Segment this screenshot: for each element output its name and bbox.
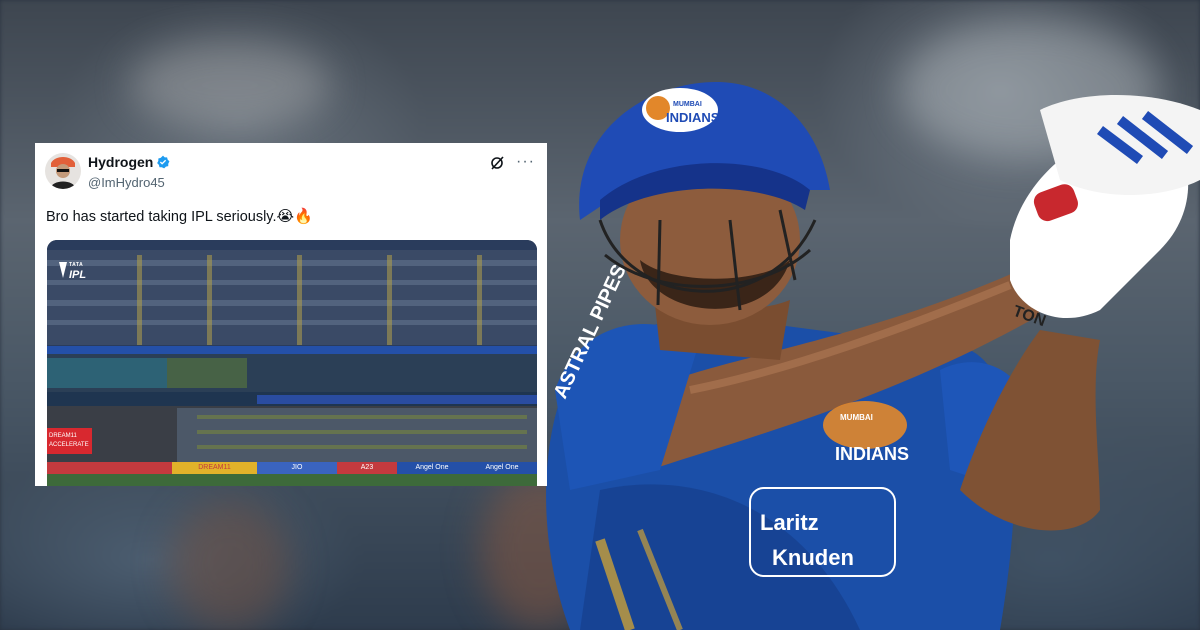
avatar[interactable] — [45, 153, 81, 189]
sponsor-line2: Knuden — [772, 545, 854, 570]
helmet-logo-line1: MUMBAI — [673, 101, 702, 108]
tweet-text-body: Bro has started taking IPL seriously. — [46, 209, 277, 225]
name-block: Hydrogen @ImHydro45 — [88, 154, 170, 190]
helmet-logo-line2: INDIANS — [666, 110, 720, 125]
hoarding: DREAM11 — [172, 462, 257, 474]
blurred-crowd-light — [130, 40, 330, 130]
more-icon[interactable]: ··· — [516, 154, 535, 170]
hoarding: A23 — [337, 462, 397, 474]
handle[interactable]: @ImHydro45 — [88, 175, 170, 190]
hoarding: Angel One — [467, 462, 537, 474]
chest-logo-line1: MUMBAI — [840, 413, 873, 422]
ipl-logo-sponsor: TATA — [69, 262, 84, 268]
ipl-logo-text: IPL — [69, 269, 87, 281]
verified-badge-icon — [157, 155, 170, 169]
display-name[interactable]: Hydrogen — [88, 154, 153, 170]
grok-icon[interactable] — [489, 155, 505, 171]
player-photo: ASTRAL PIPES MUMBAI INDIANS MUMBAI INDIA… — [546, 81, 1200, 630]
tweet-media-video[interactable]: TATA IPL DREAM11 ACCELERATE DREAM11 JIO … — [47, 240, 537, 486]
chest-logo — [823, 401, 907, 449]
ad-banner: DREAM11 ACCELERATE — [47, 428, 92, 454]
ipl-emblem-icon — [59, 262, 67, 278]
blurred-crowd-figure — [170, 500, 290, 630]
tweet-card[interactable]: Hydrogen @ImHydro45 ··· Bro has started … — [35, 143, 547, 486]
hoarding: Angel One — [397, 462, 467, 474]
tweet-emojis: 😭🔥 — [276, 207, 313, 225]
stadium-image — [47, 240, 537, 486]
chest-logo-line2: INDIANS — [835, 444, 909, 464]
tweet-header: Hydrogen @ImHydro45 ··· — [45, 152, 537, 192]
hoarding: JIO — [257, 462, 337, 474]
avatar-image — [50, 157, 76, 189]
tweet-text: Bro has started taking IPL seriously.😭🔥 — [46, 207, 313, 225]
sponsor-line1: Laritz — [760, 510, 819, 535]
